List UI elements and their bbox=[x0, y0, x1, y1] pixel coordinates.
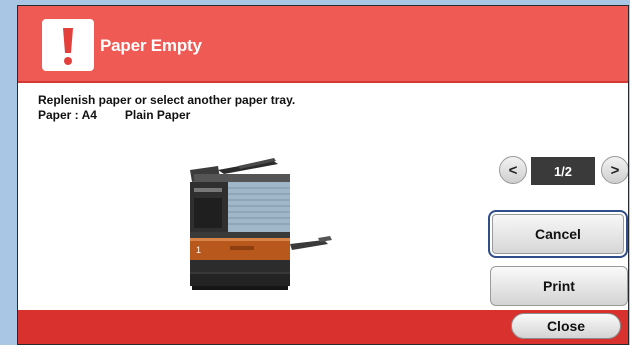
paper-info: Paper : A4 Plain Paper bbox=[38, 108, 295, 123]
dialog-message: Replenish paper or select another paper … bbox=[38, 93, 295, 123]
exclamation-icon bbox=[42, 19, 94, 71]
page-indicator: 1/2 bbox=[531, 157, 595, 185]
paper-type-label: Plain Paper bbox=[124, 108, 191, 122]
close-button[interactable]: Close bbox=[511, 313, 621, 339]
printer-illustration: 1 bbox=[178, 154, 338, 294]
page-navigator: < 1/2 > bbox=[491, 153, 628, 189]
tray-number: 1 bbox=[196, 245, 201, 255]
next-page-button[interactable]: > bbox=[601, 156, 628, 184]
title-bar: Paper Empty bbox=[18, 6, 628, 83]
paper-size-label: Paper : A4 bbox=[38, 108, 97, 122]
instruction-text: Replenish paper or select another paper … bbox=[38, 93, 296, 107]
cancel-button[interactable]: Cancel bbox=[488, 210, 628, 258]
chevron-right-icon: > bbox=[610, 161, 620, 179]
print-button[interactable]: Print bbox=[490, 266, 628, 306]
paper-empty-dialog: Paper Empty Replenish paper or select an… bbox=[17, 5, 629, 345]
chevron-left-icon: < bbox=[508, 161, 518, 179]
previous-page-button[interactable]: < bbox=[499, 156, 527, 184]
dialog-title: Paper Empty bbox=[100, 36, 202, 55]
